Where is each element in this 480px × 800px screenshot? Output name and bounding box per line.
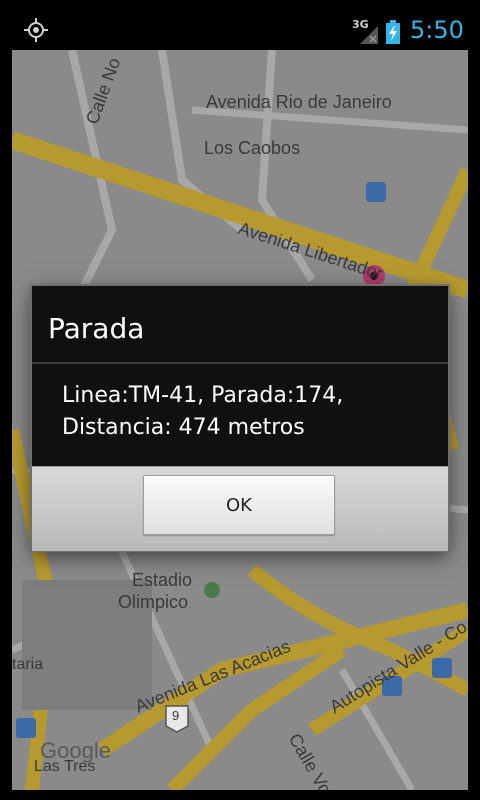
google-logo: Google: [40, 738, 111, 763]
clock: 5:50: [410, 16, 464, 44]
dialog-title: Parada: [48, 312, 145, 345]
gps-icon: [24, 18, 48, 42]
frame-right: [468, 50, 480, 790]
frame-bottom: [0, 790, 480, 800]
map-label-olimpico: Olimpico: [118, 592, 189, 612]
dialog-message-line-1: Linea:TM-41, Parada:174,: [62, 383, 344, 408]
battery-charging-icon: [386, 20, 400, 44]
map-label-los-caobos: Los Caobos: [204, 138, 301, 158]
dialog-button-bar: OK: [32, 466, 448, 551]
dialog-divider: [32, 362, 448, 364]
map-label-route-9: 9: [172, 708, 180, 723]
signal-icon: [360, 26, 378, 44]
status-bar: 3G 5:50: [0, 0, 480, 50]
map-label-avenida-rio-de-janeiro: Avenida Rio de Janeiro: [206, 92, 392, 112]
dialog-message: Linea:TM-41, Parada:174, Distancia: 474 …: [62, 380, 432, 444]
map-label-estadio: Estadio: [132, 570, 193, 590]
stop-info-dialog: Parada Linea:TM-41, Parada:174, Distanci…: [32, 286, 448, 551]
dialog-message-line-2: Distancia: 474 metros: [62, 415, 305, 440]
frame-left: [0, 50, 12, 790]
map-label-taria: taria: [12, 656, 44, 673]
ok-button[interactable]: OK: [143, 475, 335, 535]
